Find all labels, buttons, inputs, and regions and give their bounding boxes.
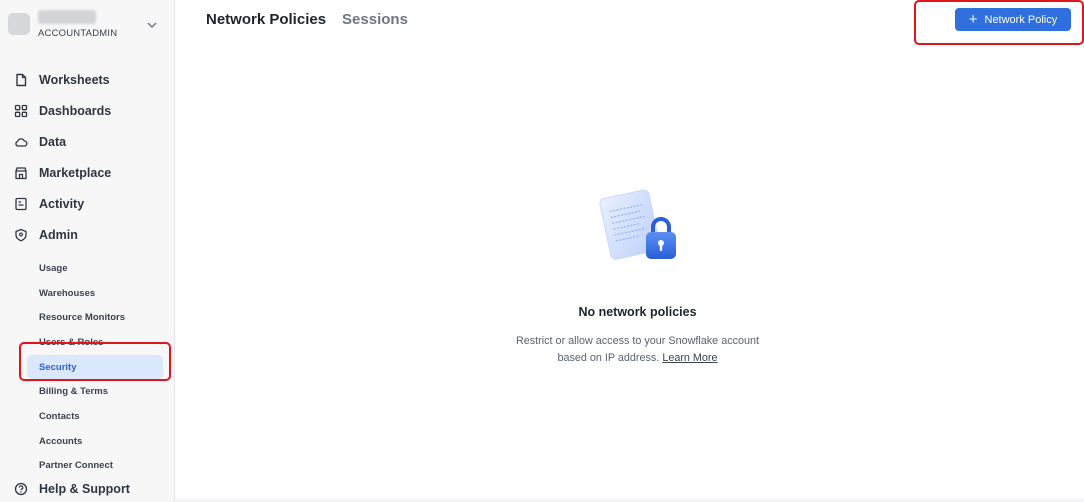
help-icon (14, 482, 28, 496)
store-icon (14, 166, 28, 180)
sidebar-item-marketplace[interactable]: Marketplace (0, 157, 175, 188)
admin-submenu: Usage Warehouses Resource Monitors Users… (0, 256, 175, 478)
account-switcher[interactable]: ACCOUNTADMIN (8, 10, 163, 44)
chevron-down-icon (147, 22, 157, 28)
add-network-policy-label: Network Policy (984, 13, 1058, 26)
sidebar-nav: Worksheets Dashboards Data Marketplace A… (0, 64, 175, 478)
sidebar-subitem-users-roles[interactable]: Users & Roles (0, 330, 163, 355)
sidebar-item-help[interactable]: Help & Support (0, 473, 130, 502)
header-tabs: Network Policies Sessions (206, 11, 408, 28)
sidebar: ACCOUNTADMIN Worksheets Dashboards Data … (0, 0, 175, 502)
learn-more-link[interactable]: Learn More (662, 352, 717, 364)
sidebar-subitem-usage[interactable]: Usage (0, 256, 163, 281)
sidebar-item-worksheets[interactable]: Worksheets (0, 64, 175, 95)
sidebar-subitem-billing-terms[interactable]: Billing & Terms (0, 379, 163, 404)
sidebar-item-data[interactable]: Data (0, 126, 175, 157)
sidebar-item-label: Activity (39, 196, 85, 211)
sidebar-item-label: Admin (39, 227, 78, 242)
add-network-policy-button[interactable]: + Network Policy (955, 8, 1071, 31)
bottom-divider (175, 496, 1084, 502)
empty-state-title: No network policies (578, 305, 697, 319)
sidebar-subitem-security[interactable]: Security (27, 354, 163, 380)
account-name-redacted (38, 10, 96, 24)
file-icon (14, 73, 28, 87)
activity-icon (14, 197, 28, 211)
sidebar-subitem-accounts[interactable]: Accounts (0, 429, 163, 454)
avatar (8, 13, 30, 35)
cloud-icon (14, 135, 28, 149)
empty-state-description: Restrict or allow access to your Snowfla… (515, 333, 760, 366)
plus-icon: + (968, 11, 978, 28)
tab-sessions[interactable]: Sessions (342, 11, 408, 28)
sidebar-item-label: Dashboards (39, 103, 112, 118)
empty-state-description-text: Restrict or allow access to your Snowfla… (515, 335, 760, 364)
sidebar-subitem-contacts[interactable]: Contacts (0, 404, 163, 429)
sidebar-item-dashboards[interactable]: Dashboards (0, 95, 175, 126)
sidebar-subitem-resource-monitors[interactable]: Resource Monitors (0, 305, 163, 330)
sidebar-item-label: Marketplace (39, 165, 112, 180)
grid-icon (14, 104, 28, 118)
sidebar-item-activity[interactable]: Activity (0, 188, 175, 219)
shield-icon (14, 228, 28, 242)
help-label: Help & Support (39, 481, 130, 496)
tab-network-policies[interactable]: Network Policies (206, 11, 326, 28)
lock-document-icon (598, 189, 676, 260)
sidebar-item-admin[interactable]: Admin (0, 219, 175, 250)
sidebar-item-label: Data (39, 134, 67, 149)
account-role: ACCOUNTADMIN (38, 28, 118, 39)
empty-state: No network policies Restrict or allow ac… (515, 185, 760, 366)
sidebar-subitem-warehouses[interactable]: Warehouses (0, 281, 163, 306)
main-content: Network Policies Sessions + Network Poli… (175, 0, 1084, 502)
sidebar-item-label: Worksheets (39, 72, 110, 87)
app-window: ACCOUNTADMIN Worksheets Dashboards Data … (0, 0, 1084, 502)
